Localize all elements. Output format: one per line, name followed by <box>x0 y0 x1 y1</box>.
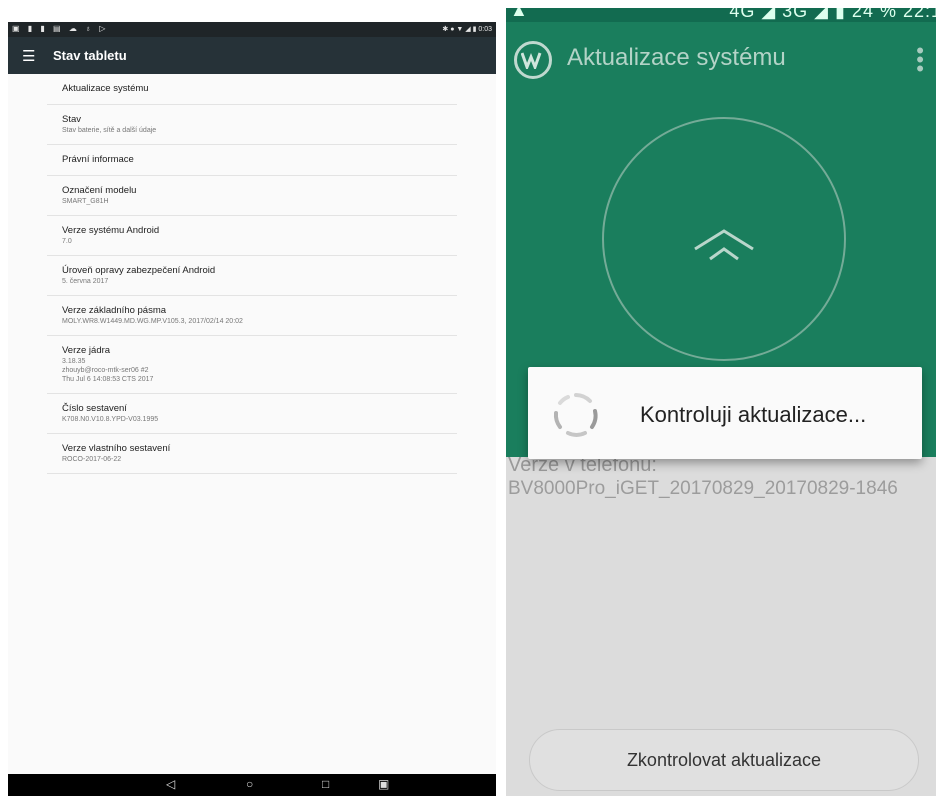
settings-item[interactable]: Stav Stav baterie, sítě a další údaje <box>47 105 457 145</box>
settings-list: Aktualizace systému Stav Stav baterie, sít… <box>47 74 457 474</box>
settings-item-subtitle: SMART_G81H <box>62 198 109 205</box>
back-icon[interactable]: ◁ <box>166 777 175 791</box>
settings-item[interactable]: Verze systému Android 7.0 <box>47 216 457 256</box>
settings-item-title: Právní informace <box>62 154 134 165</box>
settings-item-title: Verze systému Android <box>62 225 160 236</box>
settings-item-subtitle: 7.0 <box>62 238 72 245</box>
app-toolbar: ☰ Stav tabletu <box>8 37 496 74</box>
settings-item-title: Stav <box>62 114 82 125</box>
status-bar: ▣ ▮ ▮ ▤ ☁ ♁ ▷ ✱ ● ▼ ◢ ▮ 0:03 <box>8 22 496 37</box>
settings-item[interactable]: Verze jádra 3.18.35 zhouyb@roco-mtk-ser06… <box>47 336 457 394</box>
more-options-icon[interactable]: • • • <box>916 40 924 80</box>
settings-item-title: Verze vlastního sestavení <box>62 443 171 454</box>
notification-icon: ▲ <box>510 8 528 20</box>
home-icon[interactable]: ○ <box>246 777 253 791</box>
settings-item-title: Úroveň opravy zabezpečení Android <box>62 265 216 276</box>
settings-item-subtitle: 5. června 2017 <box>62 278 109 285</box>
settings-item-title: Aktualizace systému <box>62 83 149 94</box>
loading-spinner-icon <box>553 393 598 437</box>
settings-item[interactable]: Právní informace <box>47 145 457 176</box>
header-title: Aktualizace systému <box>567 44 786 71</box>
settings-item[interactable]: Aktualizace systému <box>47 74 457 105</box>
notification-icons: ▣ ▮ ▮ ▤ ☁ ♁ ▷ <box>12 24 109 33</box>
settings-item-subtitle: Stav baterie, sítě a další údaje <box>62 127 157 134</box>
navigation-bar: ◁ ○ □ ▣ <box>8 774 496 796</box>
status-icons: ✱ ● ▼ ◢ ▮ <box>442 26 479 33</box>
settings-item-title: Verze základního pásma <box>62 305 167 316</box>
settings-item[interactable]: Označení modelu SMART_G81H <box>47 176 457 216</box>
settings-item-title: Číslo sestavení <box>62 403 127 414</box>
check-updates-button[interactable]: Zkontrolovat aktualizace <box>529 729 919 791</box>
settings-item-subtitle: 3.18.35 zhouyb@roco-mtk-ser06 #2 Thu Jul… <box>62 358 154 383</box>
settings-item[interactable]: Číslo sestavení K708.N0.V10.8.YPD-V03.199… <box>47 394 457 434</box>
settings-item-subtitle: ROCO-2017-06-22 <box>62 456 122 463</box>
progress-dialog: Kontroluji aktualizace... <box>528 367 922 459</box>
screenshot-icon[interactable]: ▣ <box>378 777 389 791</box>
status-text: 4G ◢ 3G ◢ ▮ 24 % 22:1 <box>729 8 936 21</box>
settings-item-subtitle: MOLY.WR8.W1449.MD.WG.MP.V105.3, 2017/02/… <box>62 318 243 325</box>
tablet-settings-screen: ▣ ▮ ▮ ▤ ☁ ♁ ▷ ✱ ● ▼ ◢ ▮ 0:03 ☰ Stav tabl… <box>8 22 496 796</box>
hamburger-icon[interactable]: ☰ <box>22 47 35 65</box>
settings-item-subtitle: K708.N0.V10.8.YPD-V03.1995 <box>62 416 159 423</box>
phone-status-bar: ▲ 4G ◢ 3G ◢ ▮ 24 % 22:1 <box>506 8 936 22</box>
phone-update-screen: Aktualizace systému • • • ▲ 4G ◢ 3G ◢ ▮ 24… <box>506 8 936 796</box>
settings-item[interactable]: Verze základního pásma MOLY.WR8.W1449.MD.… <box>47 296 457 336</box>
dialog-message: Kontroluji aktualizace... <box>640 402 867 427</box>
phone-version-value: BV8000Pro_iGET_20170829_20170829-1846 <box>508 478 898 499</box>
status-clock: 0:03 <box>478 26 492 33</box>
settings-item-title: Verze jádra <box>62 345 111 356</box>
settings-item[interactable]: Verze vlastního sestavení ROCO-2017-06-22 <box>47 434 457 474</box>
check-updates-label: Zkontrolovat aktualizace <box>626 750 822 770</box>
chevron-up-icon <box>694 229 754 261</box>
page-title: Stav tabletu <box>53 48 127 63</box>
recents-icon[interactable]: □ <box>322 777 329 791</box>
settings-item-title: Označení modelu <box>62 185 137 196</box>
settings-item[interactable]: Úroveň opravy zabezpečení Android 5. červ… <box>47 256 457 296</box>
app-logo-icon <box>514 41 552 79</box>
